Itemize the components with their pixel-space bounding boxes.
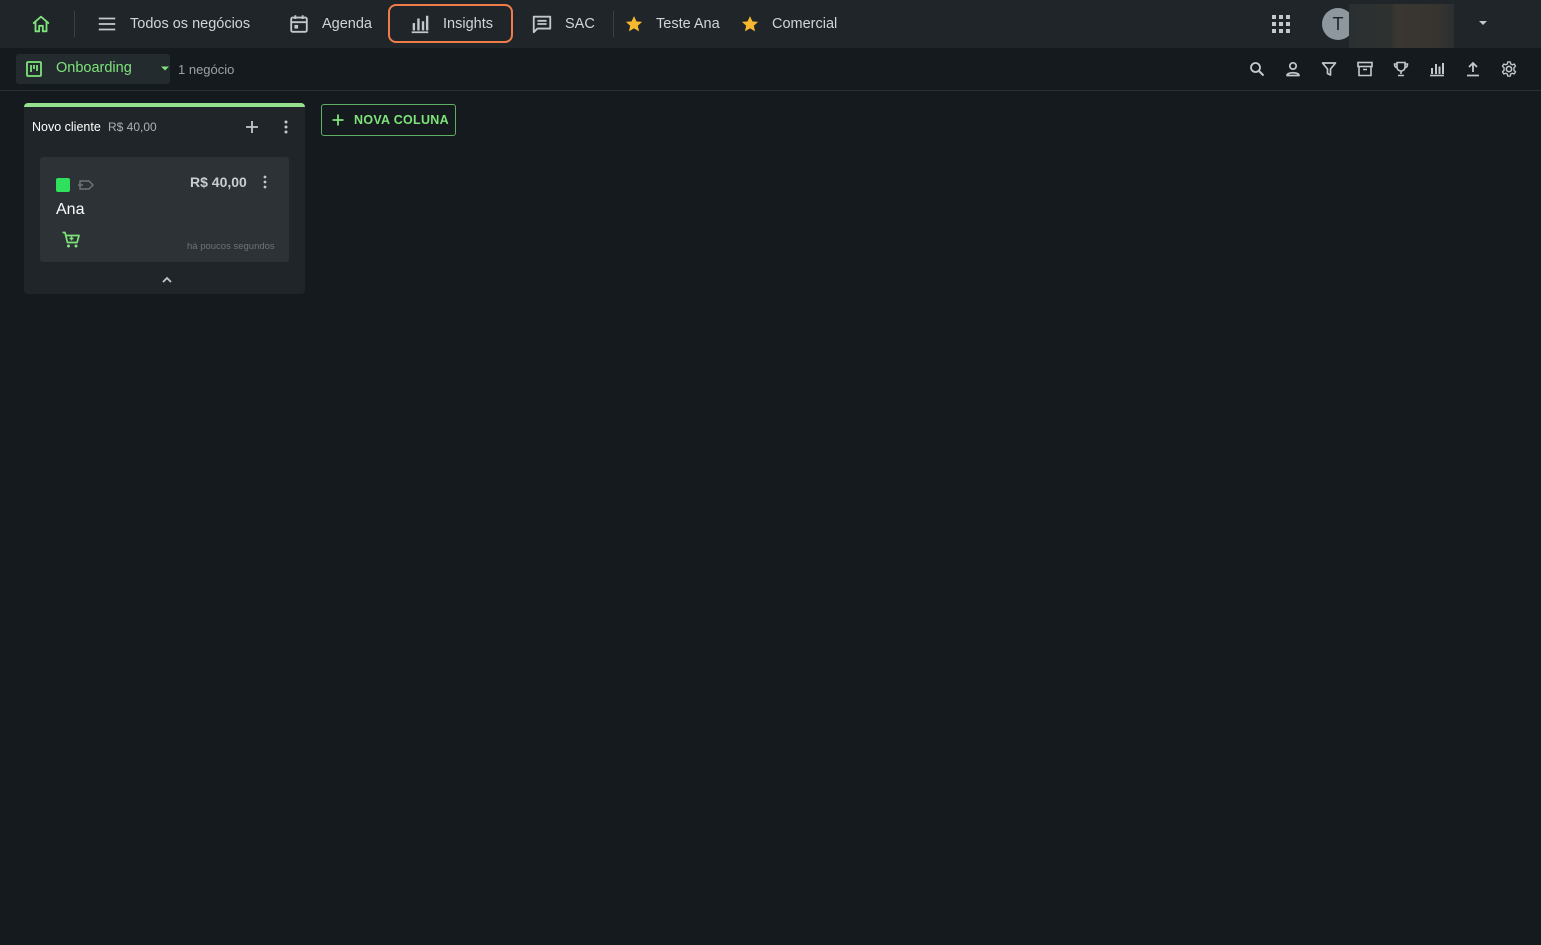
tag-icon[interactable] [77, 176, 95, 194]
trophy-icon [1393, 61, 1409, 77]
deal-count: 1 negócio [178, 62, 235, 77]
caret-down-icon [161, 66, 169, 71]
goals-button[interactable] [1392, 60, 1410, 78]
pipeline-selector[interactable]: Onboarding [16, 54, 170, 84]
user-menu-dropdown[interactable] [1474, 14, 1492, 32]
nav-item-favorite-teste-ana[interactable]: Teste Ana [624, 6, 720, 42]
settings-button[interactable] [1500, 60, 1518, 78]
column-options-button[interactable] [278, 118, 294, 136]
apps-grid-button[interactable] [1270, 13, 1292, 35]
nav-item-agenda[interactable]: Agenda [288, 6, 372, 42]
menu-lines-icon [98, 17, 116, 31]
home-button[interactable] [27, 10, 55, 38]
export-button[interactable] [1464, 60, 1482, 78]
gear-icon [1501, 61, 1517, 77]
owner-filter-button[interactable] [1284, 60, 1302, 78]
filter-icon [1321, 62, 1337, 76]
board-column: Novo cliente R$ 40,00 R$ 40,00 Ana há po… [24, 103, 305, 294]
pipeline-name: Onboarding [56, 60, 132, 76]
nav-item-label: Teste Ana [656, 16, 720, 32]
deal-value: R$ 40,00 [190, 174, 247, 190]
nav-divider [74, 11, 75, 37]
home-icon [32, 15, 50, 33]
upload-icon [1467, 61, 1479, 77]
nav-item-insights[interactable]: Insights [388, 4, 513, 43]
bar-chart-icon [411, 15, 429, 33]
more-vertical-icon [284, 120, 288, 134]
kanban-board-icon [26, 61, 42, 77]
nav-item-favorite-comercial[interactable]: Comercial [740, 6, 837, 42]
user-info-redacted[interactable] [1349, 4, 1454, 48]
filter-button[interactable] [1320, 60, 1338, 78]
nav-item-label: Todos os negócios [130, 16, 251, 32]
person-icon [1286, 61, 1300, 77]
add-deal-button[interactable] [243, 118, 261, 136]
column-color-bar [24, 103, 305, 107]
deal-status-indicator [56, 178, 70, 192]
nav-item-label: Insights [443, 15, 493, 32]
deal-name: Ana [56, 201, 85, 218]
collapse-column-button[interactable] [158, 273, 176, 287]
new-column-label: NOVA COLUNA [354, 113, 449, 127]
shopping-cart-icon [62, 231, 80, 248]
nav-divider [613, 11, 614, 37]
calendar-icon [290, 15, 308, 33]
top-navigation: Todos os negócios Agenda Insights SAC Te… [0, 0, 1541, 48]
reports-button[interactable] [1428, 60, 1446, 78]
board-toolbar: Onboarding 1 negócio [0, 48, 1541, 91]
nav-item-all-deals[interactable]: Todos os negócios [96, 6, 250, 42]
nav-item-label: SAC [565, 16, 595, 32]
deal-card[interactable]: R$ 40,00 Ana há poucos segundos [40, 157, 289, 262]
chevron-up-icon [162, 276, 172, 283]
column-title: Novo cliente [32, 120, 101, 134]
star-icon [625, 16, 643, 32]
deal-updated-time: há poucos segundos [187, 241, 275, 252]
new-column-button[interactable]: NOVA COLUNA [321, 104, 456, 136]
caret-down-icon [1479, 21, 1487, 25]
plus-icon [246, 121, 258, 133]
archive-icon [1357, 61, 1373, 77]
more-vertical-icon[interactable] [258, 173, 272, 191]
chart-icon [1430, 63, 1444, 77]
archive-button[interactable] [1356, 60, 1374, 78]
nav-item-label: Comercial [772, 16, 838, 32]
nav-item-sac[interactable]: SAC [531, 6, 595, 42]
star-icon [741, 16, 759, 32]
search-icon [1250, 62, 1265, 77]
nav-item-label: Agenda [322, 16, 372, 32]
apps-grid-icon [1272, 15, 1290, 33]
search-button[interactable] [1248, 60, 1266, 78]
avatar-initial: T [1332, 13, 1344, 34]
column-total: R$ 40,00 [108, 120, 157, 134]
chat-icon [532, 15, 552, 34]
plus-icon [332, 114, 344, 126]
